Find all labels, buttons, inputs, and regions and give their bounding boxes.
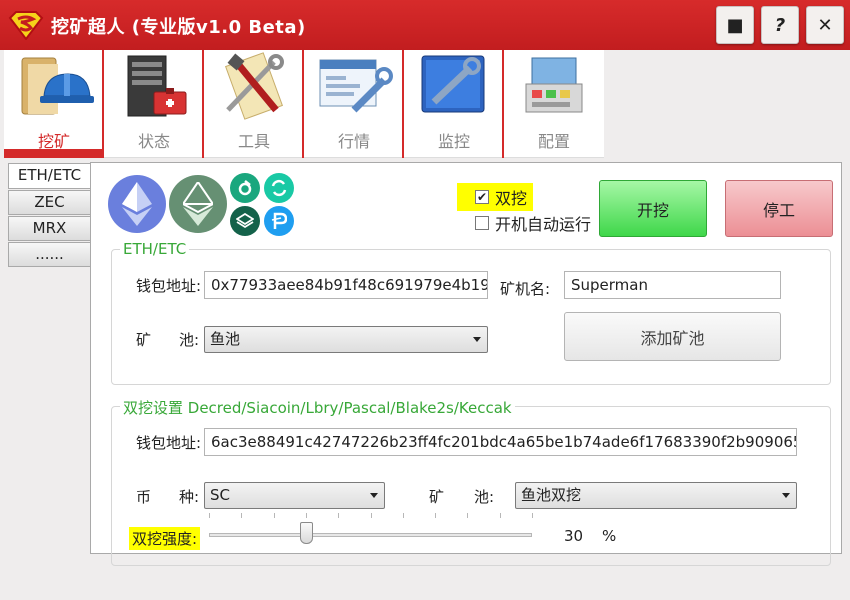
title-bar: 挖矿超人 (专业版v1.0 Beta) ■ ? ✕ (0, 0, 850, 50)
autostart-label: 开机自动运行 (495, 215, 592, 234)
chevron-down-icon (473, 337, 481, 342)
eth-pool-select-value: 鱼池 (210, 330, 241, 348)
tab-market[interactable]: 行情 (304, 50, 404, 158)
server-icon (127, 55, 187, 117)
intensity-slider-thumb[interactable] (300, 522, 313, 544)
dual-coin-select[interactable]: SC (204, 482, 385, 509)
siacoin-icon (264, 173, 294, 203)
eth-pool-label-1: 矿 (136, 331, 152, 349)
tab-status-label: 状态 (137, 132, 170, 151)
market-window-icon (319, 59, 393, 113)
coin-tab-eth-etc[interactable]: ETH/ETC (8, 163, 91, 189)
add-pool-button[interactable]: 添加矿池 (564, 312, 781, 361)
mining-panel: ✔ 双挖 开机自动运行 开挖 停工 ETH/ETC 钱包地址: 0x77933a… (90, 162, 842, 566)
intensity-unit: % (602, 527, 617, 545)
close-button[interactable]: ✕ (806, 6, 844, 44)
dual-pool-label-1: 矿 (429, 488, 445, 506)
intensity-label: 双挖强度: (129, 527, 201, 550)
tab-tools-label: 工具 (237, 132, 270, 151)
intensity-value: 30 (564, 527, 584, 545)
eth-group-title: ETH/ETC (120, 240, 190, 258)
dual-group-title: 双挖设置 Decred/Siacoin/Lbry/Pascal/Blake2s/… (120, 397, 515, 418)
decred-icon (230, 173, 260, 203)
tab-config[interactable]: 配置 (504, 50, 604, 158)
slider-tick (209, 513, 210, 518)
intensity-slider-ticks (209, 513, 533, 519)
intensity-slider-track[interactable] (209, 533, 532, 537)
dual-coin-select-value: SC (210, 486, 230, 504)
slider-tick (371, 513, 372, 518)
slider-tick (435, 513, 436, 518)
tab-tools[interactable]: 工具 (204, 50, 304, 158)
help-button[interactable]: ? (761, 6, 799, 44)
tab-monitor-label: 监控 (437, 132, 470, 151)
eth-wallet-input[interactable]: 0x77933aee84b91f48c691979e4b19eb (204, 271, 488, 299)
coin-tab-more[interactable]: ...... (8, 242, 91, 267)
tab-market-label: 行情 (337, 132, 370, 151)
dual-wallet-label: 钱包地址: (136, 434, 202, 452)
tab-status[interactable]: 状态 (104, 50, 204, 158)
chevron-down-icon (370, 493, 378, 498)
dual-pool-select-value: 鱼池双挖 (521, 486, 582, 504)
superman-logo-icon (8, 11, 44, 40)
ethereum-icon (108, 175, 166, 233)
slider-tick (532, 513, 533, 518)
slider-tick (241, 513, 242, 518)
pascal-icon (264, 206, 294, 236)
autostart-option[interactable]: 开机自动运行 (475, 211, 591, 235)
tab-mining-label: 挖矿 (37, 132, 70, 151)
lbry-icon (230, 206, 260, 236)
slider-tick (274, 513, 275, 518)
dual-mining-label: 双挖 (495, 189, 528, 208)
eth-pool-select[interactable]: 鱼池 (204, 326, 488, 353)
autostart-checkbox[interactable] (475, 216, 489, 230)
window-title: 挖矿超人 (专业版v1.0 Beta) (51, 17, 306, 38)
miner-name-input[interactable]: Superman (564, 271, 781, 299)
dual-pool-label-2: 池: (474, 488, 495, 506)
slider-tick (467, 513, 468, 518)
eth-wallet-label: 钱包地址: (136, 277, 202, 295)
chevron-down-icon (782, 493, 790, 498)
tab-config-label: 配置 (537, 132, 570, 151)
slider-tick (338, 513, 339, 518)
tab-monitor[interactable]: 监控 (404, 50, 504, 158)
monitor-wrench-icon (421, 55, 485, 113)
dual-wallet-input[interactable]: 6ac3e88491c42747226b23ff4fc201bdc4a65be1… (204, 428, 797, 456)
coin-tab-list: ETH/ETC ZEC MRX ...... (8, 163, 91, 268)
coin-tab-mrx[interactable]: MRX (8, 216, 91, 241)
slider-tick (500, 513, 501, 518)
dual-mining-option[interactable]: ✔ 双挖 (457, 183, 534, 211)
slider-tick (403, 513, 404, 518)
coin-tab-zec[interactable]: ZEC (8, 190, 91, 215)
dual-pool-select[interactable]: 鱼池双挖 (515, 482, 797, 509)
stop-mining-button[interactable]: 停工 (725, 180, 833, 237)
dual-mining-checkbox[interactable]: ✔ (475, 190, 489, 204)
hardhat-folder-icon (21, 57, 94, 115)
dual-coin-label-2: 种: (179, 488, 200, 506)
tab-mining[interactable]: 挖矿 (4, 50, 104, 158)
miner-name-label: 矿机名: (500, 280, 551, 298)
slider-tick (306, 513, 307, 518)
ethereum-classic-icon (169, 175, 227, 233)
minimize-button[interactable]: ■ (716, 6, 754, 44)
dual-coin-label-1: 币 (136, 488, 152, 506)
eth-pool-label-2: 池: (179, 331, 200, 349)
main-toolbar: 挖矿 状态 工具 行情 监控 配置 (4, 50, 604, 158)
tools-icon (224, 52, 284, 120)
config-icon (525, 57, 583, 113)
start-mining-button[interactable]: 开挖 (599, 180, 707, 237)
